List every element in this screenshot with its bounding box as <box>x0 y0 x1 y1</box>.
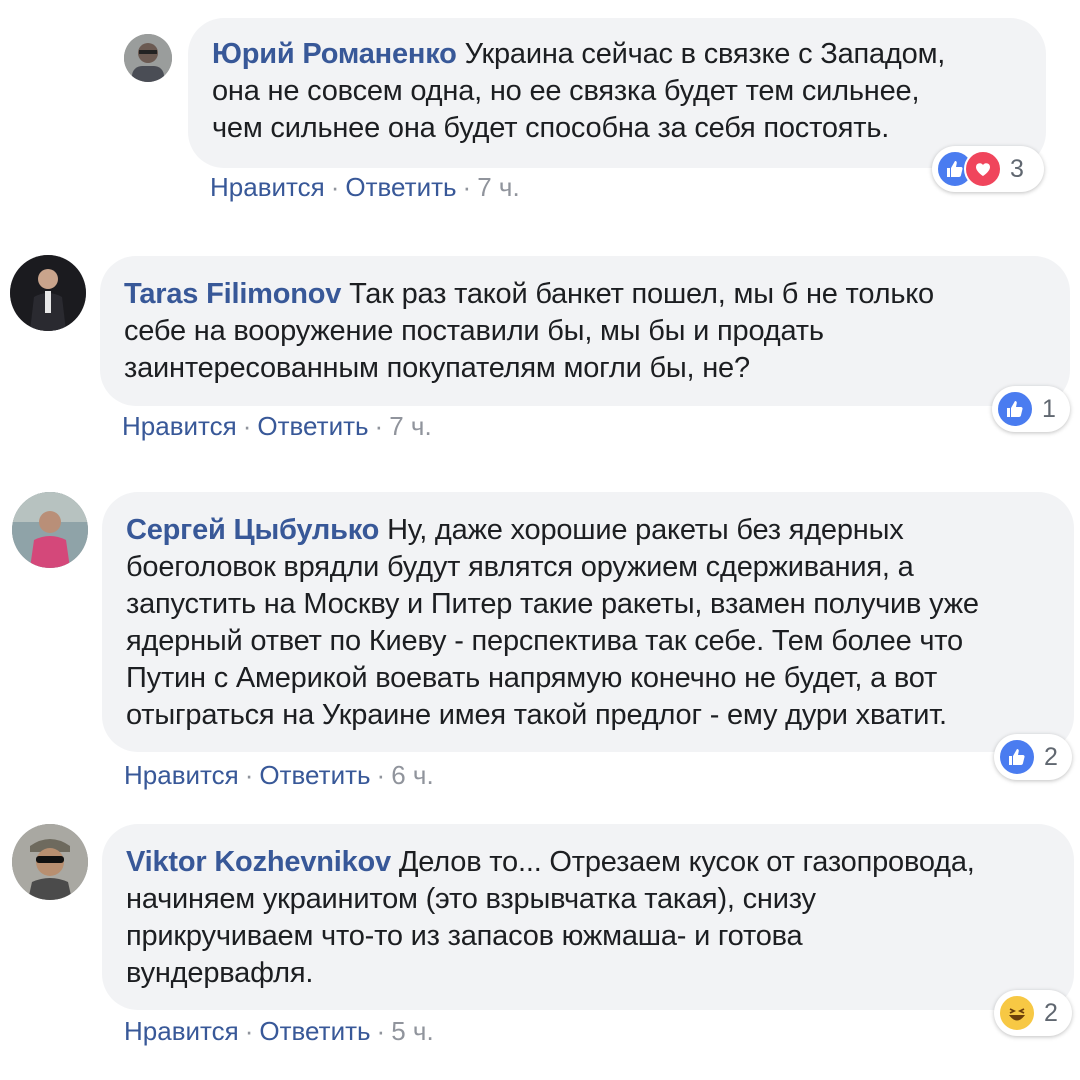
reactions-summary[interactable]: 2 <box>994 990 1072 1036</box>
comment-text-line: ядерный ответ по Киеву - перспектива так… <box>126 625 963 657</box>
avatar[interactable] <box>12 824 88 900</box>
like-icon <box>998 738 1036 776</box>
comment-author[interactable]: Viktor Kozhevnikov <box>126 846 391 878</box>
comment-actions: Нравится · Ответить · 7 ч. <box>122 411 432 442</box>
comment-author[interactable]: Юрий Романенко <box>212 38 457 70</box>
comment-text-line: себе на вооружение поставили бы, мы бы и… <box>124 315 824 347</box>
comment-author[interactable]: Сергей Цыбулько <box>126 514 379 546</box>
timestamp[interactable]: 5 ч. <box>391 1016 433 1046</box>
reactions-summary[interactable]: 2 <box>994 734 1072 780</box>
like-link[interactable]: Нравится <box>122 411 237 441</box>
timestamp[interactable]: 7 ч. <box>477 172 519 202</box>
comment-actions: Нравится · Ответить · 5 ч. <box>124 1016 434 1047</box>
separator: · <box>330 172 340 202</box>
comment-text-line: Украина сейчас в связке с Западом, <box>464 38 946 70</box>
comment-text-line: чем сильнее она будет способна за себя п… <box>212 112 890 144</box>
timestamp[interactable]: 6 ч. <box>391 760 433 790</box>
comment-text-line: боеголовок врядли будут являтся оружием … <box>126 551 914 583</box>
reaction-count: 2 <box>1044 998 1058 1027</box>
comment-text-line: начиняем украинитом (это взрывчатка така… <box>126 883 816 915</box>
haha-icon <box>998 994 1036 1032</box>
avatar[interactable] <box>10 255 86 331</box>
timestamp[interactable]: 7 ч. <box>389 411 431 441</box>
reactions-summary[interactable]: 1 <box>992 386 1070 432</box>
avatar[interactable] <box>12 492 88 568</box>
reply-link[interactable]: Ответить <box>259 1016 370 1046</box>
reaction-count: 2 <box>1044 742 1058 771</box>
separator: · <box>376 760 386 790</box>
comment-actions: Нравится · Ответить · 7 ч. <box>210 172 520 203</box>
love-icon <box>964 150 1002 188</box>
comment-text-line: Путин с Америкой воевать напрямую конечн… <box>126 662 938 694</box>
avatar[interactable] <box>124 34 172 82</box>
like-link[interactable]: Нравится <box>124 1016 239 1046</box>
comment-bubble: Юрий Романенко Украина сейчас в связке с… <box>188 18 1046 168</box>
comment-actions: Нравится · Ответить · 6 ч. <box>124 760 434 791</box>
separator: · <box>244 760 254 790</box>
comment-author[interactable]: Taras Filimonov <box>124 278 341 310</box>
comment-text-line: вундервафля. <box>126 957 314 989</box>
reaction-count: 1 <box>1042 394 1056 423</box>
comment-bubble: Taras Filimonov Так раз такой банкет пош… <box>100 256 1070 406</box>
separator: · <box>376 1016 386 1046</box>
comment-text-line: прикручиваем что-то из запасов южмаша- и… <box>126 920 803 952</box>
reply-link[interactable]: Ответить <box>259 760 370 790</box>
comment-text-line: Ну, даже хорошие ракеты без ядерных <box>387 514 904 546</box>
like-link[interactable]: Нравится <box>210 172 325 202</box>
like-link[interactable]: Нравится <box>124 760 239 790</box>
comment-text-line: отыграться на Украине имея такой предлог… <box>126 699 947 731</box>
comment-text-line: Так раз такой банкет пошел, мы б не толь… <box>349 278 934 310</box>
reactions-summary[interactable]: 3 <box>932 146 1044 192</box>
comment-text-line: Делов то... Отрезаем кусок от газопровод… <box>398 846 975 878</box>
separator: · <box>244 1016 254 1046</box>
comment-text-line: запустить на Москву и Питер такие ракеты… <box>126 588 979 620</box>
reply-link[interactable]: Ответить <box>257 411 368 441</box>
separator: · <box>462 172 472 202</box>
reply-link[interactable]: Ответить <box>345 172 456 202</box>
comment-bubble: Viktor Kozhevnikov Делов то... Отрезаем … <box>102 824 1074 1010</box>
comment-text-line: заинтересованным покупателям могли бы, н… <box>124 352 750 384</box>
reaction-count: 3 <box>1010 154 1024 183</box>
comment-text-line: она не совсем одна, но ее связка будет т… <box>212 75 920 107</box>
separator: · <box>242 411 252 441</box>
comment-bubble: Сергей Цыбулько Ну, даже хорошие ракеты … <box>102 492 1074 752</box>
like-icon <box>996 390 1034 428</box>
separator: · <box>374 411 384 441</box>
